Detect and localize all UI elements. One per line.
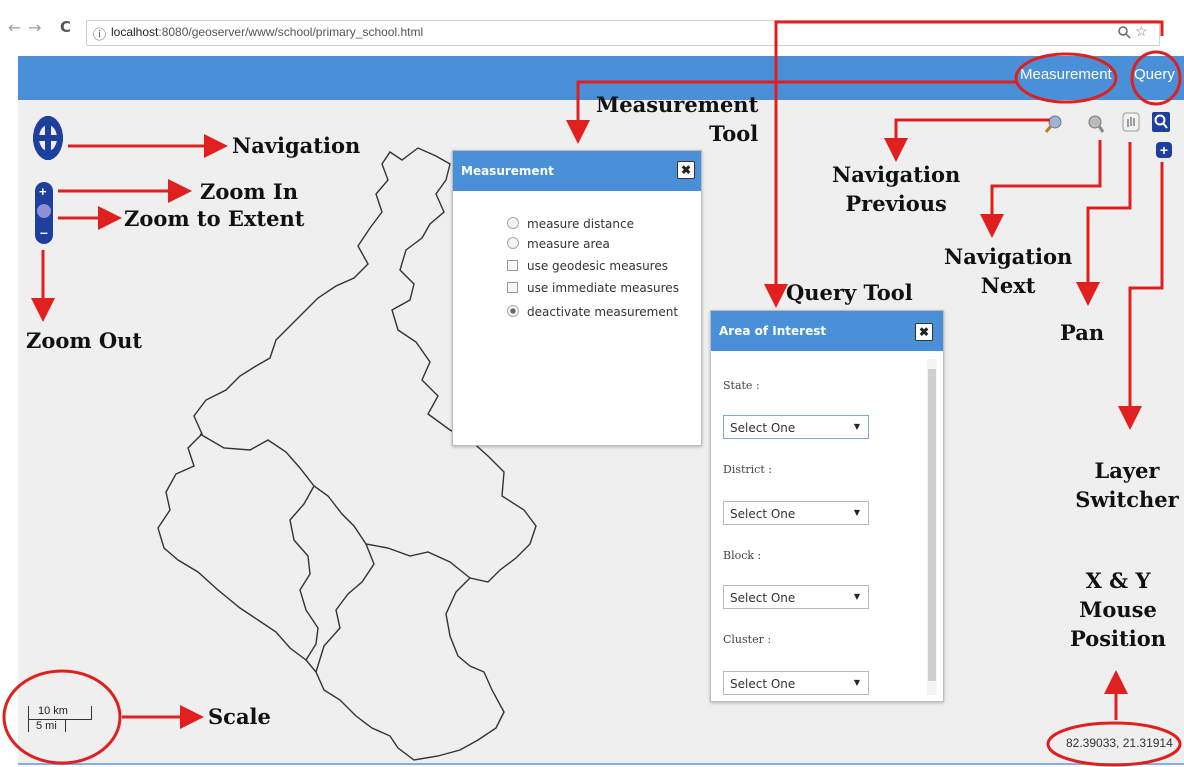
- label-zoom-in: Zoom In: [200, 179, 298, 204]
- label-navigation: Navigation: [232, 133, 361, 158]
- label-navigation-previous: Navigation Previous: [832, 162, 961, 216]
- label-navigation-next: Navigation Next: [944, 244, 1073, 298]
- label-scale: Scale: [208, 704, 271, 729]
- label-mouse-position: X & Y Mouse Position: [1070, 568, 1166, 651]
- label-zoom-to-extent: Zoom to Extent: [124, 206, 305, 231]
- label-measurement-tool: Measurement Tool: [596, 92, 759, 146]
- label-pan: Pan: [1060, 320, 1105, 345]
- label-layer-switcher: Layer Switcher: [1075, 458, 1179, 512]
- label-zoom-out: Zoom Out: [26, 328, 143, 353]
- annotation-overlay: [2, 20, 1182, 767]
- label-query-tool: Query Tool: [786, 280, 913, 305]
